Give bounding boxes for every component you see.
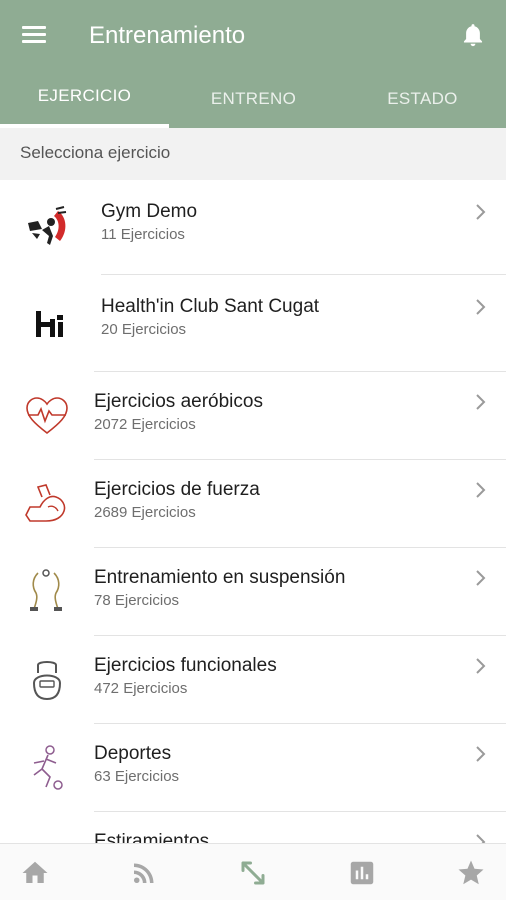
section-subheader: Selecciona ejercicio (0, 128, 506, 180)
feed-icon[interactable] (129, 858, 159, 888)
chevron-right-icon (474, 481, 488, 499)
list-item-estiramientos[interactable]: Estiramientos (0, 812, 506, 843)
chevron-right-icon (474, 393, 488, 411)
tab-bar: EJERCICIO ENTRENO ESTADO (0, 70, 506, 128)
healthin-logo-icon (20, 297, 74, 351)
item-name: Gym Demo (101, 201, 198, 222)
bell-icon[interactable] (460, 22, 486, 50)
tab-label: ESTADO (387, 89, 458, 108)
flexed-arm-icon (20, 477, 74, 531)
home-icon[interactable] (20, 858, 50, 888)
list-item-fuerza[interactable]: Ejercicios de fuerza 2689 Ejercicios (0, 460, 506, 548)
exercise-category-list: Gym Demo 11 Ejercicios Health'in Club Sa… (0, 181, 506, 843)
star-icon[interactable] (456, 858, 486, 888)
item-count: 20 Ejercicios (101, 321, 187, 338)
app-bar: Entrenamiento EJERCICIO ENTRENO ESTADO (0, 0, 506, 128)
item-name: Deportes (94, 743, 172, 764)
item-count: 472 Ejercicios (94, 680, 188, 697)
item-count: 2072 Ejercicios (94, 416, 196, 433)
list-item-aerobicos[interactable]: Ejercicios aeróbicos 2072 Ejercicios (0, 372, 506, 460)
item-count: 2689 Ejercicios (94, 504, 196, 521)
suspension-straps-icon (20, 565, 74, 619)
item-name: Ejercicios aeróbicos (94, 391, 263, 412)
page-title: Entrenamiento (89, 22, 246, 49)
tab-label: ENTRENO (210, 89, 297, 108)
tab-entreno[interactable]: ENTRENO (169, 70, 338, 128)
item-count: 78 Ejercicios (94, 592, 180, 609)
item-count: 63 Ejercicios (94, 768, 180, 785)
chevron-right-icon (474, 833, 488, 843)
kettlebell-icon (20, 653, 74, 707)
item-name: Estiramientos (94, 831, 210, 843)
chevron-right-icon (474, 203, 488, 221)
chevron-right-icon (474, 298, 488, 316)
hamburger-menu-icon[interactable] (22, 24, 48, 46)
tab-ejercicio[interactable]: EJERCICIO (0, 70, 169, 128)
item-count: 11 Ejercicios (101, 226, 185, 243)
tab-estado[interactable]: ESTADO (338, 70, 506, 128)
gym-demo-logo-icon (20, 201, 74, 255)
heart-pulse-icon (20, 389, 74, 443)
list-item-deportes[interactable]: Deportes 63 Ejercicios (0, 724, 506, 812)
item-name: Health'in Club Sant Cugat (101, 296, 320, 317)
list-item-suspension[interactable]: Entrenamiento en suspensión 78 Ejercicio… (0, 548, 506, 636)
list-item-healthin[interactable]: Health'in Club Sant Cugat 20 Ejercicios (0, 275, 506, 372)
item-name: Ejercicios de fuerza (94, 479, 260, 500)
chevron-right-icon (474, 657, 488, 675)
chevron-right-icon (474, 745, 488, 763)
bottom-navigation (0, 843, 506, 900)
item-name: Entrenamiento en suspensión (94, 567, 346, 588)
bar-chart-icon[interactable] (347, 858, 377, 888)
expand-arrows-icon[interactable] (238, 858, 268, 888)
stretching-icon (20, 829, 74, 843)
item-name: Ejercicios funcionales (94, 655, 277, 676)
tab-label: EJERCICIO (37, 86, 132, 105)
soccer-player-icon (20, 741, 74, 795)
list-item-funcionales[interactable]: Ejercicios funcionales 472 Ejercicios (0, 636, 506, 724)
chevron-right-icon (474, 569, 488, 587)
list-item-gym-demo[interactable]: Gym Demo 11 Ejercicios (0, 181, 506, 275)
